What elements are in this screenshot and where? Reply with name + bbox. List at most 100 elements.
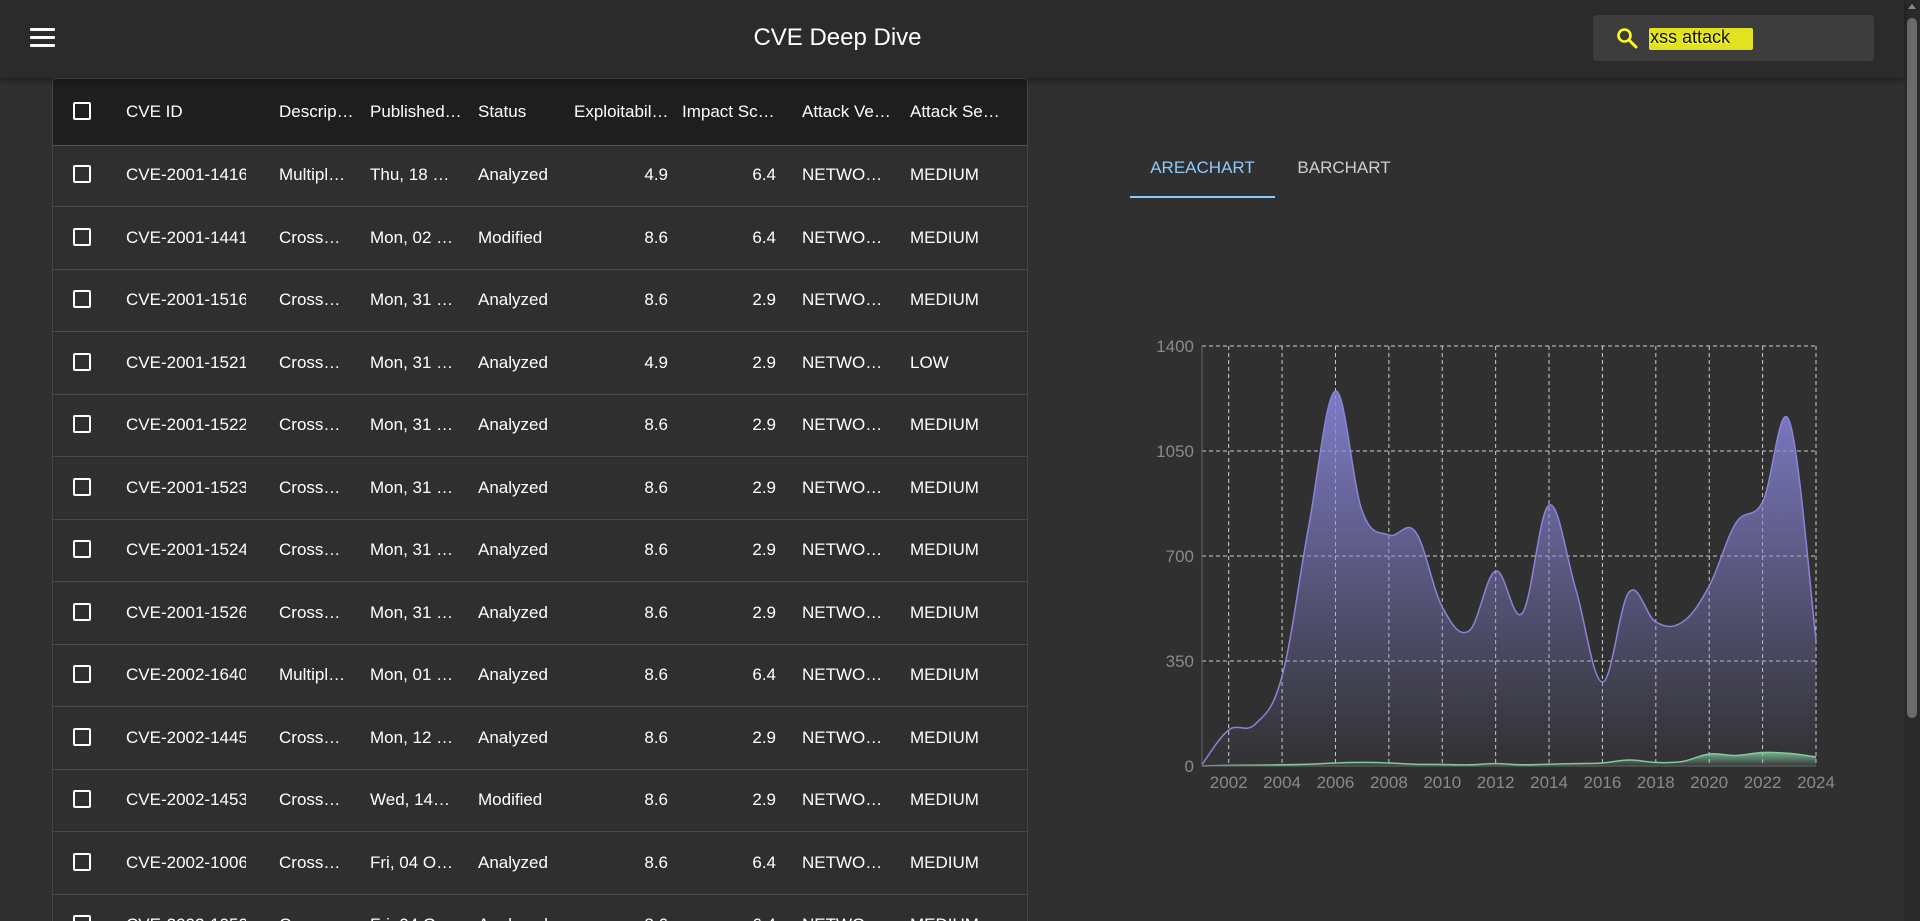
- exploitability-cell: 8.6: [644, 665, 668, 684]
- description-cell: Cross…: [279, 415, 341, 434]
- exploitability-cell: 8.6: [644, 852, 668, 872]
- exploitability-cell: 8.6: [613, 894, 668, 921]
- row-checkbox[interactable]: [73, 540, 91, 558]
- attack-vector-cell: NETWO…: [802, 602, 883, 622]
- attack-severity-cell: MEDIUM: [910, 894, 1010, 921]
- exploitability-cell: 8.6: [644, 477, 668, 497]
- table-row[interactable]: CVE-2002-1006 Cross… Fri, 04 O… Analyzed 8.6…: [53, 832, 1027, 895]
- scroll-up-arrow-icon[interactable]: [1908, 4, 1916, 9]
- attack-vector-cell: NETWO…: [802, 227, 883, 247]
- published-cell: Mon, 31 …: [370, 352, 454, 372]
- attack-severity-cell: MEDIUM: [910, 165, 979, 184]
- table-row[interactable]: CVE-2001-1522 Cross… Mon, 31 … Analyzed 8.6 2…: [53, 394, 1027, 457]
- row-checkbox[interactable]: [73, 227, 91, 246]
- row-checkbox[interactable]: [73, 290, 91, 308]
- column-header-exploitability[interactable]: Exploitabil…: [574, 79, 674, 145]
- exploitability-cell: 8.6: [644, 415, 668, 434]
- table-row[interactable]: CVE-2002-1453 Cross… Wed, 14… Modified 8.6 2.…: [53, 769, 1027, 832]
- scrollbar-thumb[interactable]: [1907, 18, 1917, 718]
- published-cell: Mon, 31 …: [370, 540, 454, 559]
- column-header-published[interactable]: Published…: [370, 79, 470, 145]
- published-cell: Wed, 14…: [370, 790, 451, 809]
- row-checkbox[interactable]: [73, 477, 91, 496]
- series-1-area: [1202, 390, 1816, 766]
- impact-score-cell: 2.9: [752, 790, 776, 809]
- attack-severity-cell: MEDIUM: [910, 665, 979, 684]
- table-row[interactable]: CVE-2001-1521 Cross… Mon, 31 … Analyzed 4.9 2…: [53, 332, 1027, 395]
- table-row[interactable]: CVE-2001-1416 Multipl… Thu, 18 … Analyzed 4.…: [53, 144, 1027, 207]
- cve-id-cell: CVE-2001-1523: [126, 477, 246, 497]
- column-header-status[interactable]: Status: [478, 79, 558, 145]
- y-tick-label: 0: [1185, 757, 1194, 776]
- table-row[interactable]: CVE-2001-1523 Cross… Mon, 31 … Analyzed 8.6 2…: [53, 457, 1027, 520]
- cve-id-cell: CVE-2002-1050: [126, 894, 246, 921]
- row-checkbox[interactable]: [73, 415, 91, 433]
- column-header-impact-score[interactable]: Impact Sc…: [682, 79, 782, 145]
- description-cell: Cross…: [279, 540, 341, 559]
- search-box[interactable]: xss attack: [1593, 15, 1874, 61]
- x-tick-label: 2004: [1263, 773, 1301, 792]
- impact-score-cell: 6.4: [752, 665, 776, 684]
- y-tick-label: 350: [1166, 652, 1194, 671]
- column-header-cve-id[interactable]: CVE ID: [126, 79, 246, 145]
- published-cell: Fri, 04 O…: [370, 852, 454, 872]
- table-header: CVE ID Descrip… Published… Status Exploi…: [53, 78, 1027, 146]
- x-tick-label: 2012: [1477, 773, 1515, 792]
- published-cell: Thu, 18 …: [370, 165, 450, 184]
- cve-id-cell: CVE-2001-1516: [126, 290, 246, 309]
- row-checkbox[interactable]: [73, 665, 91, 683]
- published-cell: Mon, 01 …: [370, 665, 454, 684]
- exploitability-cell: 8.6: [644, 602, 668, 622]
- page-scrollbar[interactable]: [1904, 0, 1920, 921]
- status-cell: Analyzed: [478, 894, 568, 921]
- table-row[interactable]: CVE-2002-1445 Cross… Mon, 12 … Analyzed 8.6 2…: [53, 707, 1027, 770]
- table-row[interactable]: CVE-2002-1050 Cross… Fri, 04 O… Analyzed 8.6…: [53, 894, 1027, 921]
- column-header-attack-severity[interactable]: Attack Se…: [910, 79, 1010, 145]
- status-cell: Modified: [478, 227, 543, 247]
- row-checkbox[interactable]: [73, 915, 91, 921]
- description-cell: Multipl…: [279, 165, 346, 184]
- attack-vector-cell: NETWO…: [802, 790, 883, 809]
- attack-severity-cell: MEDIUM: [910, 290, 979, 309]
- attack-vector-cell: NETWO…: [802, 352, 883, 372]
- cve-id-cell: CVE-2002-1006: [126, 852, 246, 872]
- column-header-description[interactable]: Descrip…: [279, 79, 359, 145]
- row-checkbox[interactable]: [73, 790, 91, 808]
- description-cell: Cross…: [279, 602, 341, 622]
- description-cell: Cross…: [279, 790, 341, 809]
- search-input[interactable]: [1649, 27, 1849, 49]
- table-row[interactable]: CVE-2001-1526 Cross… Mon, 31 … Analyzed 8.6 2…: [53, 582, 1027, 645]
- status-cell: Analyzed: [478, 665, 548, 684]
- select-all-checkbox[interactable]: [73, 102, 91, 120]
- app-title: CVE Deep Dive: [753, 24, 922, 51]
- published-cell: Mon, 31 …: [370, 290, 454, 309]
- attack-vector-cell: NETWO…: [802, 415, 883, 434]
- exploitability-cell: 8.6: [644, 290, 668, 309]
- x-tick-label: 2006: [1317, 773, 1355, 792]
- description-cell: Multipl…: [279, 665, 346, 684]
- exploitability-cell: 4.9: [644, 352, 668, 372]
- published-cell: Mon, 31 …: [370, 602, 454, 622]
- table-row[interactable]: CVE-2001-1524 Cross… Mon, 31 … Analyzed 8.6 2…: [53, 519, 1027, 582]
- impact-score-cell: 2.9: [752, 290, 776, 309]
- tab-barchart[interactable]: BARCHART: [1283, 146, 1405, 196]
- row-checkbox[interactable]: [73, 165, 91, 183]
- status-cell: Analyzed: [478, 540, 548, 559]
- y-tick-label: 700: [1166, 547, 1194, 566]
- exploitability-cell: 8.6: [644, 790, 668, 809]
- row-checkbox[interactable]: [73, 602, 91, 621]
- cve-id-cell: CVE-2002-1453: [126, 790, 246, 809]
- table-row[interactable]: CVE-2002-1640 Multipl… Mon, 01 … Analyzed 8.…: [53, 644, 1027, 707]
- y-tick-label: 1050: [1156, 442, 1194, 461]
- table-row[interactable]: CVE-2001-1516 Cross… Mon, 31 … Analyzed 8.6 2…: [53, 269, 1027, 332]
- tab-areachart[interactable]: AREACHART: [1130, 146, 1275, 198]
- column-header-attack-vector[interactable]: Attack Ve…: [802, 79, 897, 145]
- table-row[interactable]: CVE-2001-1441 Cross… Mon, 02 … Modified 8.6 6…: [53, 207, 1027, 270]
- row-checkbox[interactable]: [73, 852, 91, 871]
- x-tick-label: 2018: [1637, 773, 1675, 792]
- row-checkbox[interactable]: [73, 727, 91, 746]
- y-tick-label: 1400: [1156, 337, 1194, 356]
- row-checkbox[interactable]: [73, 352, 91, 371]
- cve-id-cell: CVE-2001-1441: [126, 227, 246, 247]
- description-cell: Cross…: [279, 894, 349, 921]
